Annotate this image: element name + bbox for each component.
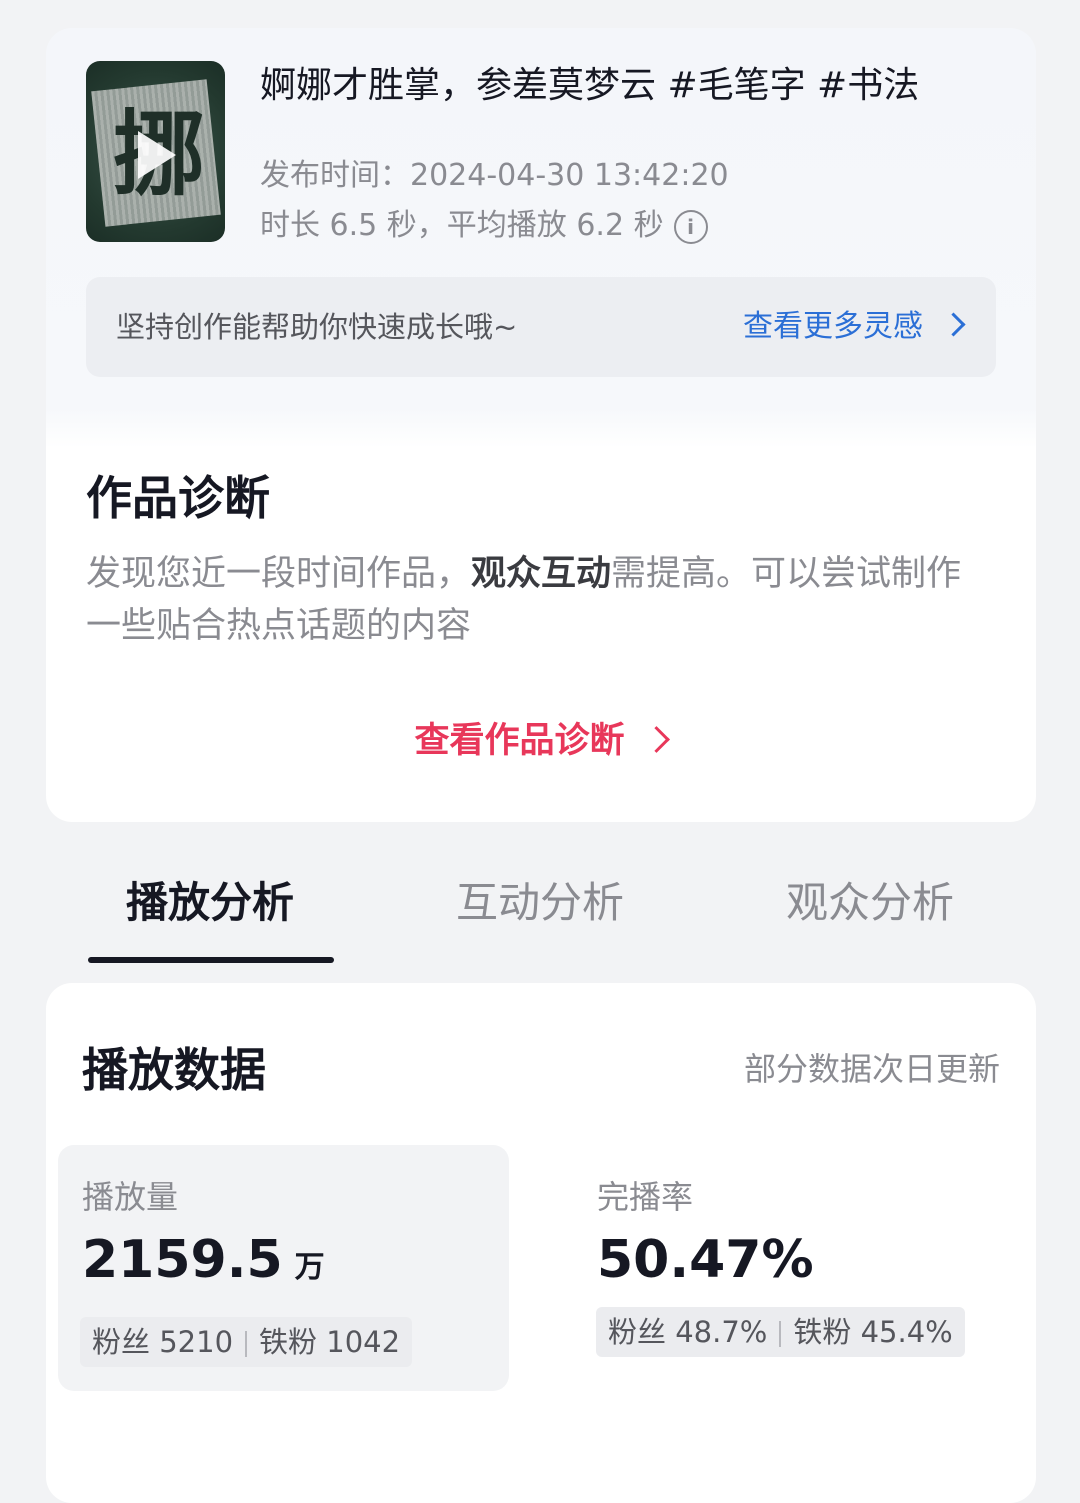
view-diagnosis-link[interactable]: 查看作品诊断: [0, 712, 1080, 763]
view-diagnosis-label: 查看作品诊断: [414, 721, 625, 761]
play-data-title: 播放数据: [82, 1043, 266, 1097]
play-count-unit: 万: [294, 1250, 325, 1285]
data-update-note: 部分数据次日更新: [743, 1050, 1000, 1088]
tip-text: 坚持创作能帮助你快速成长哦~: [116, 310, 518, 344]
diagnosis-title: 作品诊断: [86, 471, 270, 525]
more-inspiration-label: 查看更多灵感: [743, 309, 923, 344]
more-inspiration-link[interactable]: 查看更多灵感: [743, 277, 966, 377]
play-count-breakdown: 粉丝 5210 铁粉 1042: [80, 1317, 413, 1367]
play-count-number: 2159.5: [82, 1230, 283, 1290]
publish-time: 发布时间：2024-04-30 13:42:20: [260, 158, 729, 193]
diagnosis-description: 发现您近一段时间作品，观众互动需提高。可以尝试制作一些贴合热点话题的内容: [86, 548, 996, 652]
active-tab-indicator: [88, 957, 334, 963]
video-thumbnail[interactable]: 挪: [86, 61, 225, 242]
tab-play-analysis[interactable]: 播放分析: [126, 868, 294, 938]
inspiration-tip-bar[interactable]: 坚持创作能帮助你快速成长哦~ 查看更多灵感: [86, 277, 996, 377]
divider: [245, 1331, 248, 1357]
duration-text: 时长 6.5 秒，平均播放 6.2 秒: [260, 208, 664, 243]
tab-interaction-analysis[interactable]: 互动分析: [456, 868, 624, 938]
completion-rate-label: 完播率: [597, 1178, 694, 1216]
play-count-value: 2159.5 万: [82, 1230, 325, 1290]
duration-info: 时长 6.5 秒，平均播放 6.2 秒 i: [260, 200, 708, 244]
play-count-label: 播放量: [82, 1178, 179, 1216]
completion-rate-value: 50.47%: [597, 1230, 814, 1290]
completion-rate-breakdown: 粉丝 48.7% 铁粉 45.4%: [596, 1307, 965, 1357]
play-icon[interactable]: [138, 131, 176, 179]
divider: [779, 1321, 782, 1347]
tab-audience-analysis[interactable]: 观众分析: [786, 868, 954, 938]
completion-rate-fans: 粉丝 48.7%: [608, 1315, 768, 1349]
chevron-right-icon: [941, 312, 966, 337]
diagnosis-desc-part1: 发现您近一段时间作品，: [86, 554, 472, 594]
video-title: 婀娜才胜掌，参差莫梦云 #毛笔字 #书法: [260, 65, 920, 106]
play-count-iron-fans: 铁粉 1042: [259, 1325, 401, 1359]
chevron-right-icon: [642, 725, 670, 753]
completion-rate-iron-fans: 铁粉 45.4%: [793, 1315, 953, 1349]
info-icon[interactable]: i: [673, 209, 708, 244]
play-count-fans: 粉丝 5210: [92, 1325, 234, 1359]
diagnosis-desc-highlight: 观众互动: [471, 554, 612, 594]
